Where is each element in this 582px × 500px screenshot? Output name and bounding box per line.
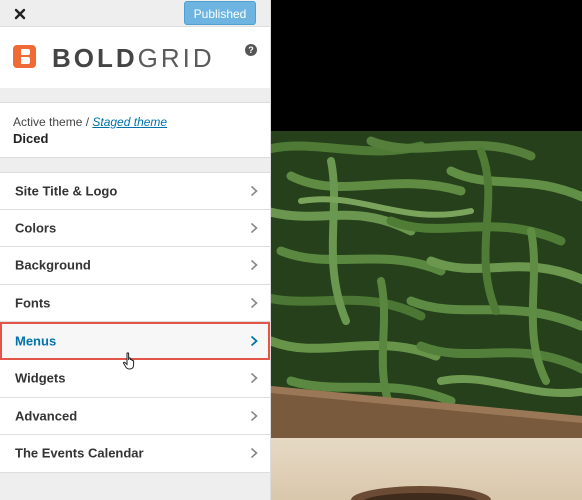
brand-wordmark: BOLDGRID: [52, 43, 215, 73]
menu-item-label: Widgets: [15, 370, 66, 386]
green-beans-image: [271, 131, 582, 438]
menu-item-label: Colors: [15, 220, 57, 236]
bowl-shape: [351, 486, 491, 500]
close-icon: [14, 8, 26, 19]
chevron-right-icon: [250, 185, 258, 196]
boldgrid-logo-icon: [13, 45, 36, 68]
bowl-image: [271, 438, 582, 500]
chevron-right-icon: [250, 297, 258, 309]
menu-item-background[interactable]: Background: [0, 247, 270, 285]
chevron-right-icon: [250, 373, 258, 384]
menu-item-fonts[interactable]: Fonts: [0, 284, 270, 323]
customizer-menu: Site Title & Logo Colors Background Font…: [0, 172, 270, 473]
brand-header: BOLDGRID ?: [0, 27, 270, 88]
chevron-right-icon: [250, 336, 258, 347]
menu-item-label: Fonts: [15, 295, 51, 311]
theme-line: Active theme / Staged theme: [13, 115, 167, 129]
customizer-sidebar: Published BOLDGRID ? Active theme / Stag…: [0, 0, 271, 500]
menu-item-label: Advanced: [15, 408, 78, 424]
publish-button[interactable]: Published: [184, 1, 256, 25]
close-button[interactable]: [0, 0, 40, 27]
chevron-right-icon: [250, 448, 258, 459]
menu-item-events-calendar[interactable]: The Events Calendar: [0, 435, 270, 473]
menu-item-colors[interactable]: Colors: [0, 209, 270, 248]
customizer-topbar: Published: [0, 0, 270, 27]
menu-item-site-title-logo[interactable]: Site Title & Logo: [0, 172, 270, 210]
staged-theme-link[interactable]: Staged theme: [92, 115, 167, 129]
help-icon[interactable]: ?: [245, 44, 257, 56]
theme-name: Diced: [13, 131, 49, 146]
theme-info-panel: Active theme / Staged theme Diced: [0, 102, 270, 158]
site-preview[interactable]: [271, 0, 582, 500]
chevron-right-icon: [250, 410, 258, 421]
chevron-right-icon: [250, 260, 258, 271]
menu-item-label: Site Title & Logo: [15, 183, 118, 199]
menu-item-advanced[interactable]: Advanced: [0, 397, 270, 436]
menu-item-label: Background: [15, 257, 91, 273]
menu-item-label: Menus: [15, 333, 57, 349]
hand-pointer-icon: [122, 352, 135, 370]
menu-item-label: The Events Calendar: [15, 445, 144, 461]
active-theme-label: Active theme /: [13, 115, 90, 129]
chevron-right-icon: [250, 222, 258, 233]
